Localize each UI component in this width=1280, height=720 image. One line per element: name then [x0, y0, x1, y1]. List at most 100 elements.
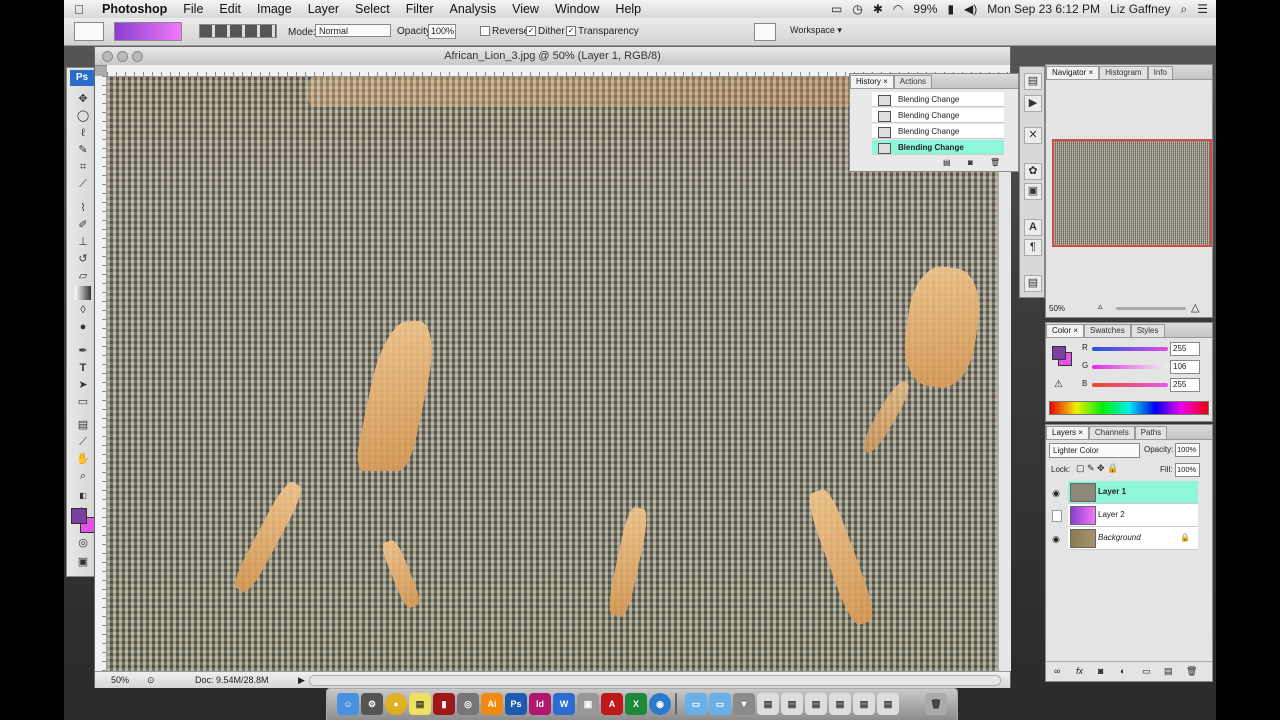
- chrome-icon[interactable]: ●: [385, 693, 407, 715]
- blur-tool-icon[interactable]: ◊: [75, 303, 91, 317]
- visibility-toggle-empty[interactable]: [1052, 510, 1062, 522]
- zoom-in-icon[interactable]: △: [1191, 301, 1199, 314]
- document-titlebar[interactable]: African_Lion_3.jpg @ 50% (Layer 1, RGB/8…: [95, 47, 1010, 66]
- menu-window[interactable]: Window: [547, 2, 607, 16]
- clone-stamp-icon[interactable]: ⊥: [75, 235, 91, 249]
- eraser-tool-icon[interactable]: ▱: [75, 269, 91, 283]
- zoom-window-button[interactable]: [132, 51, 143, 62]
- tab-info[interactable]: Info: [1147, 66, 1173, 79]
- preview-icon[interactable]: ▣: [577, 693, 599, 715]
- b-slider[interactable]: [1092, 383, 1168, 387]
- dither-checkbox[interactable]: ✓ Dither: [526, 26, 565, 37]
- g-value-field[interactable]: 106: [1170, 360, 1200, 374]
- illustrator-icon[interactable]: Ai: [481, 693, 503, 715]
- menu-view[interactable]: View: [504, 2, 547, 16]
- photoshop-logo[interactable]: Ps: [70, 70, 94, 86]
- move-tool-icon[interactable]: ✥: [75, 92, 91, 106]
- lasso-tool-icon[interactable]: ℓ: [75, 126, 91, 140]
- menu-filter[interactable]: Filter: [398, 2, 442, 16]
- foreground-color-swatch[interactable]: [71, 508, 87, 524]
- tab-histogram[interactable]: Histogram: [1099, 66, 1148, 79]
- gradient-type-buttons[interactable]: [199, 24, 277, 38]
- history-item-selected[interactable]: Blending Change: [872, 140, 1004, 155]
- character-panel-icon[interactable]: A: [1024, 219, 1042, 236]
- tab-styles[interactable]: Styles: [1130, 324, 1165, 337]
- hand-tool-icon[interactable]: ✋: [75, 452, 91, 466]
- color-foreground-swatch[interactable]: [1052, 346, 1066, 360]
- default-colors-icon[interactable]: ◧ ⇆: [75, 489, 91, 514]
- workspace-menu[interactable]: Workspace ▾: [790, 25, 842, 36]
- history-snapshot-icon[interactable]: ◙: [968, 158, 973, 167]
- vertical-ruler[interactable]: [95, 76, 107, 671]
- g-slider[interactable]: [1092, 365, 1168, 369]
- eyedropper-sample-icon[interactable]: ⟋: [75, 435, 91, 449]
- zoom-out-icon[interactable]: ▵: [1098, 301, 1103, 312]
- photo-booth-icon[interactable]: ▮: [433, 693, 455, 715]
- reverse-checkbox[interactable]: Reverse: [480, 26, 529, 37]
- tab-history[interactable]: History ×: [850, 75, 894, 88]
- battery-icon[interactable]: ▮: [947, 2, 954, 16]
- document-icon-6[interactable]: ▤: [877, 693, 899, 715]
- gradient-tool-icon[interactable]: [75, 286, 91, 300]
- brushes-panel-icon[interactable]: ✿: [1024, 163, 1042, 180]
- menu-analysis[interactable]: Analysis: [442, 2, 505, 16]
- stickies-icon[interactable]: ▤: [409, 693, 431, 715]
- actions-panel-icon[interactable]: ▶: [1024, 95, 1042, 112]
- tab-channels[interactable]: Channels: [1088, 426, 1135, 439]
- horizontal-scrollbar[interactable]: [309, 675, 1001, 686]
- history-panel-icon[interactable]: ▤: [1024, 73, 1042, 90]
- document-icon-5[interactable]: ▤: [853, 693, 875, 715]
- bluetooth-icon[interactable]: ✱: [873, 2, 883, 16]
- downloads-icon[interactable]: ▼: [733, 693, 755, 715]
- photoshop-dock-icon[interactable]: Ps: [505, 693, 527, 715]
- tab-paths[interactable]: Paths: [1134, 426, 1168, 439]
- gradient-picker[interactable]: [114, 22, 182, 41]
- layer-mask-icon[interactable]: ◙: [1098, 662, 1103, 680]
- gamut-warning-icon[interactable]: ⚠: [1054, 379, 1063, 390]
- minimize-window-button[interactable]: [117, 51, 128, 62]
- layer-style-icon[interactable]: fx: [1076, 662, 1083, 680]
- dither-check-box[interactable]: ✓: [526, 26, 536, 37]
- lock-buttons-icon[interactable]: ▢ ✎ ✥ 🔒: [1076, 463, 1118, 474]
- link-layers-icon[interactable]: ∞: [1054, 662, 1060, 680]
- status-menu-arrow-icon[interactable]: ▶: [298, 672, 305, 688]
- new-group-icon[interactable]: ▭: [1142, 662, 1151, 680]
- quick-mask-icon[interactable]: ◎: [75, 536, 91, 550]
- network-icon[interactable]: ◉: [649, 693, 671, 715]
- history-delete-icon[interactable]: 🗑: [990, 158, 1000, 167]
- wifi-icon[interactable]: ◠: [893, 2, 903, 16]
- marquee-tool-icon[interactable]: ◯: [75, 109, 91, 123]
- fill-field[interactable]: 100%: [1175, 463, 1200, 477]
- zoom-tool-icon[interactable]: ⌕: [75, 469, 91, 483]
- document-icon[interactable]: ▤: [757, 693, 779, 715]
- tab-layers[interactable]: Layers ×: [1046, 426, 1089, 439]
- tab-color[interactable]: Color ×: [1046, 324, 1085, 337]
- menu-layer[interactable]: Layer: [300, 2, 347, 16]
- b-value-field[interactable]: 255: [1170, 378, 1200, 392]
- history-brush-icon[interactable]: ↺: [75, 252, 91, 266]
- visibility-eye-icon[interactable]: ◉: [1050, 487, 1062, 499]
- document-icon-2[interactable]: ▤: [781, 693, 803, 715]
- apple-menu-icon[interactable]: : [64, 2, 94, 17]
- clock[interactable]: Mon Sep 23 6:12 PM: [987, 2, 1100, 16]
- menu-file[interactable]: File: [175, 2, 211, 16]
- tab-navigator[interactable]: Navigator ×: [1046, 66, 1100, 79]
- pen-tool-icon[interactable]: ✒: [75, 344, 91, 358]
- excel-icon[interactable]: X: [625, 693, 647, 715]
- menu-photoshop[interactable]: Photoshop: [94, 2, 175, 16]
- system-prefs-icon[interactable]: ⚙: [361, 693, 383, 715]
- navigator-thumbnail[interactable]: [1052, 139, 1212, 247]
- battery-percent[interactable]: 99%: [913, 2, 937, 16]
- history-item[interactable]: Blending Change: [872, 92, 1004, 107]
- notes-panel-icon[interactable]: ▤: [1024, 275, 1042, 292]
- notes-tool-icon[interactable]: ▤: [75, 418, 91, 432]
- navigator-zoom-value[interactable]: 50%: [1049, 304, 1065, 313]
- shape-tool-icon[interactable]: ▭: [75, 395, 91, 409]
- delete-layer-icon[interactable]: 🗑: [1186, 662, 1197, 680]
- r-slider[interactable]: [1092, 347, 1168, 351]
- history-item[interactable]: Blending Change: [872, 124, 1004, 139]
- clone-source-icon[interactable]: ▣: [1024, 183, 1042, 200]
- brush-tool-icon[interactable]: ✐: [75, 218, 91, 232]
- folder-icon-2[interactable]: ▭: [709, 693, 731, 715]
- layer-row[interactable]: Layer 1: [1068, 481, 1198, 504]
